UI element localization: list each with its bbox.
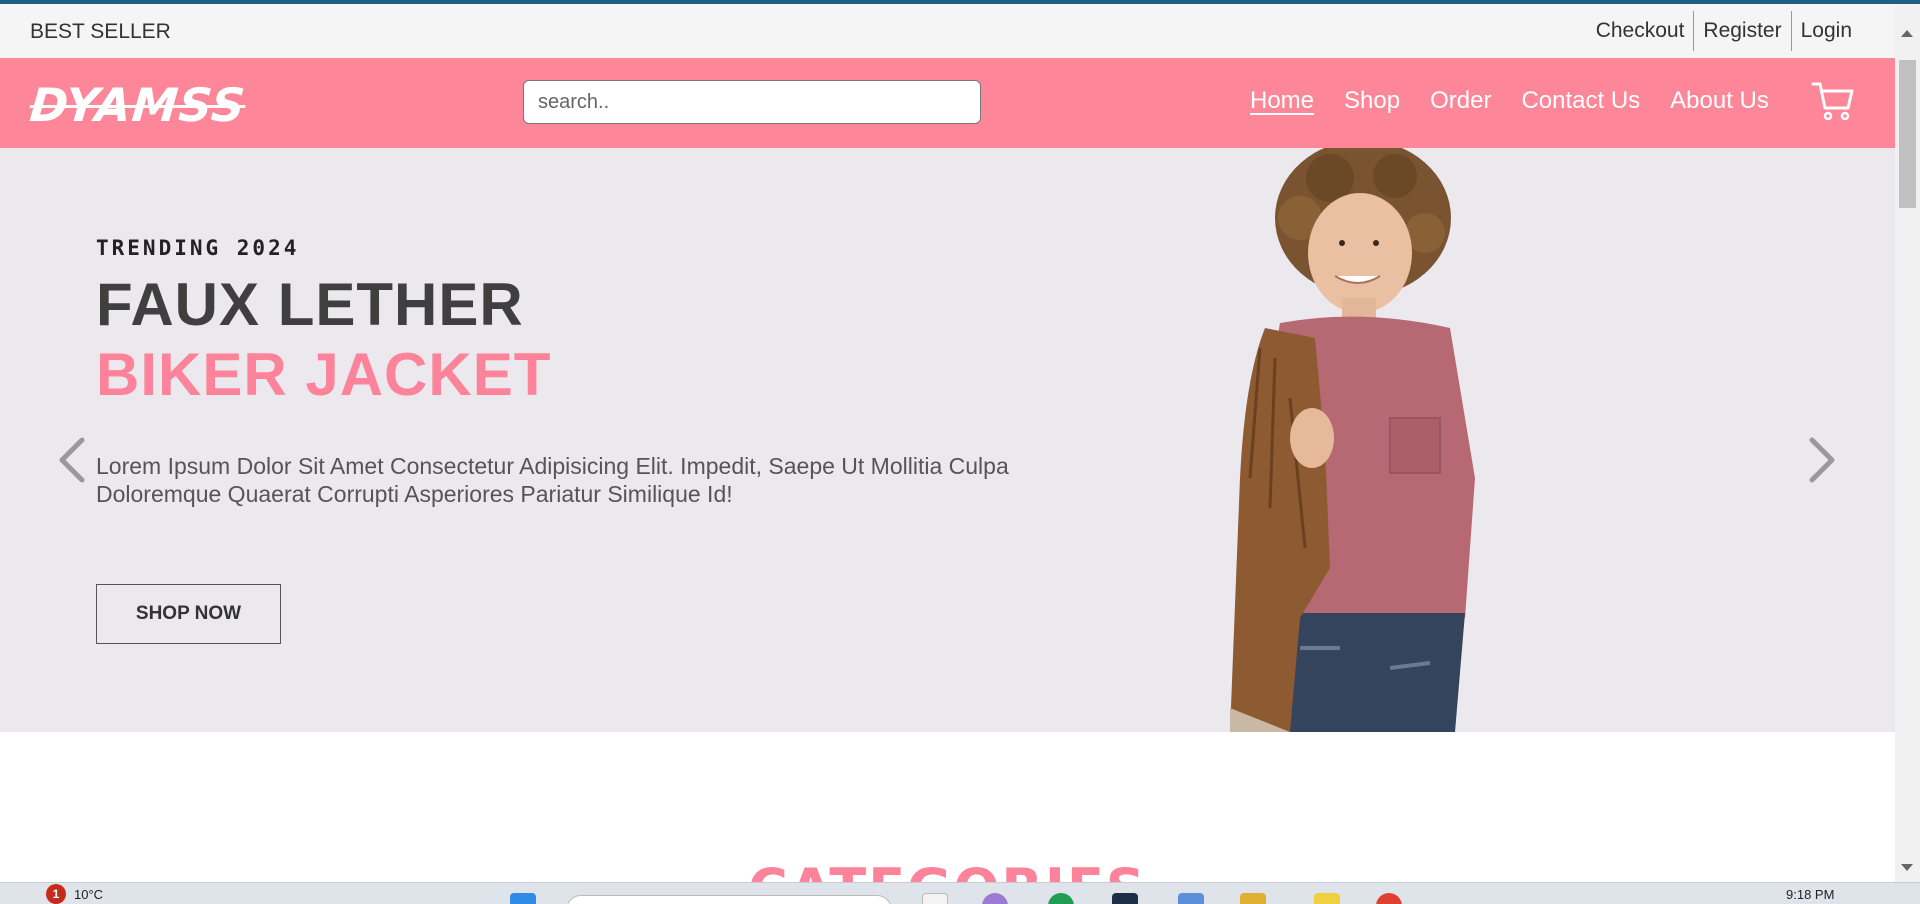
taskbar-app-icon[interactable] (922, 893, 948, 904)
scroll-up-arrow-icon[interactable] (1901, 30, 1913, 37)
taskbar-app-icon[interactable] (1112, 893, 1138, 904)
scroll-thumb[interactable] (1899, 60, 1916, 208)
primary-nav: Home Shop Order Contact Us About Us (1250, 86, 1799, 116)
hero-description: Lorem Ipsum Dolor Sit Amet Consectetur A… (96, 453, 1009, 507)
checkout-link[interactable]: Checkout (1587, 11, 1694, 51)
hero-banner: TRENDING 2024 FAUX LETHER BIKER JACKET L… (0, 148, 1895, 732)
best-seller-label: BEST SELLER (30, 20, 171, 43)
page-scrollbar[interactable] (1895, 4, 1920, 882)
main-navbar: DYAMSS Home Shop Order Contact Us About … (0, 58, 1895, 148)
scroll-down-arrow-icon[interactable] (1901, 864, 1913, 871)
hero-title-line2: BIKER JACKET (96, 341, 552, 408)
weather-widget[interactable]: 10°C (74, 887, 103, 902)
hero-product-image (1230, 148, 1475, 732)
shop-now-button[interactable]: SHOP NOW (96, 584, 281, 644)
account-links: Checkout Register Login (1587, 11, 1861, 51)
nav-home[interactable]: Home (1250, 86, 1314, 116)
site-logo[interactable]: DYAMSS (28, 78, 248, 132)
search-input[interactable] (523, 80, 981, 124)
top-bar: BEST SELLER Checkout Register Login (0, 4, 1895, 58)
chrome-app-icon[interactable] (1376, 893, 1402, 904)
taskbar-app-icon[interactable] (982, 893, 1008, 904)
taskbar-app-icon[interactable] (1048, 893, 1074, 904)
taskbar-search[interactable] (566, 895, 892, 904)
nav-about-us[interactable]: About Us (1670, 86, 1769, 116)
taskbar-app-icon[interactable] (1314, 893, 1340, 904)
notification-badge[interactable]: 1 (46, 884, 66, 904)
login-link[interactable]: Login (1792, 11, 1861, 51)
nav-shop[interactable]: Shop (1344, 86, 1400, 116)
taskbar-app-icon[interactable] (1240, 893, 1266, 904)
register-link[interactable]: Register (1694, 11, 1790, 51)
clock[interactable]: 9:18 PM (1786, 887, 1834, 902)
cart-icon[interactable] (1810, 78, 1856, 124)
taskbar-app-icon[interactable] (1178, 893, 1204, 904)
browser-viewport: BEST SELLER Checkout Register Login DYAM… (0, 0, 1920, 904)
hero-eyebrow: TRENDING 2024 (96, 236, 300, 260)
os-taskbar: 1 10°C 9:18 PM (0, 882, 1920, 904)
chevron-right-icon[interactable] (1802, 430, 1842, 490)
nav-order[interactable]: Order (1430, 86, 1491, 116)
chevron-left-icon[interactable] (52, 430, 92, 490)
hero-title-line1: FAUX LETHER (96, 271, 524, 338)
windows-start-icon[interactable] (510, 893, 536, 904)
nav-contact-us[interactable]: Contact Us (1521, 86, 1640, 116)
